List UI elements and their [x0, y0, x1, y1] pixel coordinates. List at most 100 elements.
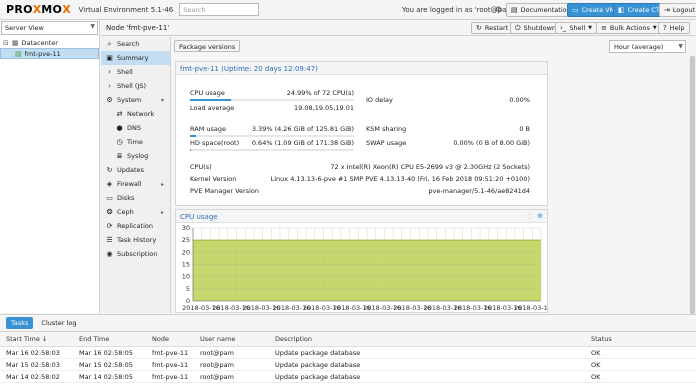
menu-item-syslog[interactable]: ≣ Syslog: [101, 149, 170, 163]
table-row[interactable]: Mar 14 02:58:02 Mar 14 02:58:05 fmt-pve-…: [0, 371, 696, 383]
tab-tasks[interactable]: Tasks: [6, 317, 34, 329]
documentation-button[interactable]: ▤ Documentation: [506, 3, 576, 17]
datacenter-icon: ▦: [11, 38, 19, 47]
cpu-usage-fill: [190, 99, 231, 101]
menu-item-time[interactable]: ◷ Time: [101, 135, 170, 149]
search-input[interactable]: Search: [179, 3, 260, 16]
tree-item-datacenter[interactable]: ⊟ ▦ Datacenter: [0, 37, 99, 48]
terminal-icon: ›: [108, 68, 111, 76]
ram-usage-bar: [190, 135, 354, 137]
chevron-down-icon: ▼: [90, 23, 95, 30]
cog-icon: ⚙: [106, 96, 113, 104]
restart-icon: ↻: [476, 24, 482, 32]
summary-content: Package versions Hour (average) ▼ fmt-pv…: [172, 37, 696, 314]
support-icon: ◉: [106, 250, 113, 258]
hdd-icon: ▭: [106, 194, 113, 202]
task-log-panel: Tasks Cluster log Start Time ↓ End Time …: [0, 314, 696, 385]
menu-item-ceph[interactable]: ❂ Ceph ▸: [101, 205, 170, 219]
package-versions-button[interactable]: Package versions: [174, 40, 241, 52]
y-tick-label: 30: [182, 224, 190, 232]
cpu-usage-bar: [190, 99, 354, 101]
y-tick-label: 5: [186, 285, 190, 293]
power-icon: ⏻: [515, 23, 521, 32]
column-header-node[interactable]: Node: [146, 335, 194, 343]
cpu-chart-title: CPU usage ◌ ⊕: [176, 210, 547, 223]
cube-icon: ◧: [618, 6, 625, 14]
globe-icon: ●: [116, 124, 123, 132]
undo-zoom-icon[interactable]: ◌: [527, 212, 533, 220]
menu-item-shell-js[interactable]: › Shell (JS): [101, 79, 170, 93]
help-icon: ?: [663, 24, 667, 32]
terminal-icon: ›_: [560, 24, 567, 32]
logout-icon: ⇥: [664, 6, 670, 14]
column-header-end-time[interactable]: End Time: [73, 335, 146, 343]
version-label: Virtual Environment 5.1-46: [78, 5, 174, 14]
tree-item-node[interactable]: ▤ fmt-pve-11: [0, 48, 99, 59]
book-icon: ▤: [511, 6, 518, 14]
column-header-description[interactable]: Description: [269, 335, 585, 343]
shell-button[interactable]: ›_ Shell ▼: [555, 22, 598, 34]
table-row[interactable]: Mar 16 02:58:03 Mar 16 02:58:05 fmt-pve-…: [0, 347, 696, 359]
clock-icon: ◷: [116, 138, 123, 146]
menu-item-disks[interactable]: ▭ Disks: [101, 191, 170, 205]
ceph-icon: ❂: [106, 208, 113, 216]
proxmox-logo: PRO X MO X: [6, 3, 71, 16]
menu-item-system[interactable]: ⚙ System ▾: [101, 93, 170, 107]
menu-item-subscription[interactable]: ◉ Subscription: [101, 247, 170, 261]
menu-item-task-history[interactable]: ☰ Task History: [101, 233, 170, 247]
status-panel: fmt-pve-11 (Uptime: 20 days 12:09:47) CP…: [175, 61, 548, 206]
menu-item-network[interactable]: ⇄ Network: [101, 107, 170, 121]
menu-item-shell[interactable]: › Shell: [101, 65, 170, 79]
x-tick-label: 2018-03-16: [514, 304, 547, 312]
column-header-start-time[interactable]: Start Time ↓: [0, 335, 73, 343]
summary-icon: ▣: [106, 54, 113, 62]
menu-item-firewall[interactable]: ◈ Firewall ▸: [101, 177, 170, 191]
bulk-actions-button[interactable]: ≡ Bulk Actions ▼: [596, 22, 662, 34]
column-header-status[interactable]: Status: [585, 335, 685, 343]
menu-item-updates[interactable]: ↻ Updates: [101, 163, 170, 177]
node-title: Node 'fmt-pve-11': [106, 24, 170, 32]
menu-item-search[interactable]: ⌕ Search: [101, 37, 170, 51]
chevron-down-icon: ▾: [160, 96, 164, 104]
shield-icon: ◈: [106, 180, 113, 188]
help-button[interactable]: ? Help: [658, 22, 690, 34]
status-panel-title: fmt-pve-11 (Uptime: 20 days 12:09:47): [176, 62, 547, 75]
timeframe-select[interactable]: Hour (average) ▼: [609, 40, 686, 53]
monitor-icon: ▭: [572, 6, 579, 14]
chevron-right-icon: ▸: [160, 180, 164, 188]
hd-space-fill: [190, 149, 192, 151]
table-row[interactable]: Mar 15 02:58:03 Mar 15 02:58:05 fmt-pve-…: [0, 359, 696, 371]
chart-settings-icon[interactable]: ⊕: [537, 212, 543, 220]
chevron-down-icon: ▼: [678, 43, 683, 50]
menu-item-summary[interactable]: ▣ Summary: [101, 51, 170, 65]
server-view-select[interactable]: Server View ▼: [1, 21, 98, 35]
tab-cluster-log[interactable]: Cluster log: [36, 317, 81, 329]
node-toolbar: Node 'fmt-pve-11' ↻ Restart ⏻ Shutdown ›_ S…: [101, 20, 696, 36]
resource-tree: Server View ▼ ⊟ ▦ Datacenter ▤ fmt-pve-1…: [0, 20, 100, 313]
y-tick-label: 10: [182, 273, 190, 281]
server-icon: ▤: [15, 49, 22, 58]
shutdown-button[interactable]: ⏻ Shutdown: [510, 22, 561, 34]
y-tick-label: 20: [182, 248, 190, 256]
logout-button[interactable]: ⇥ Logout: [659, 3, 696, 17]
refresh-icon: ↻: [106, 166, 113, 174]
replication-icon: ⟳: [106, 222, 113, 230]
scrollbar-thumb[interactable]: [690, 56, 695, 314]
cpu-usage-chart: 0510152025302018-03-162018-03-162018-03-…: [182, 224, 552, 312]
task-table-header: Start Time ↓ End Time Node User name Des…: [0, 332, 696, 347]
chevron-right-icon: ▸: [160, 208, 164, 216]
menu-item-dns[interactable]: ● DNS: [101, 121, 170, 135]
vertical-scrollbar[interactable]: [689, 56, 696, 314]
restart-button[interactable]: ↻ Restart: [471, 22, 514, 34]
cpu-usage-chart-panel: CPU usage ◌ ⊕ 0 5 10 15 20 25 30 2018-03-16 2018…: [175, 209, 552, 313]
menu-item-replication[interactable]: ⟳ Replication: [101, 219, 170, 233]
column-header-user[interactable]: User name: [194, 335, 269, 343]
hd-space-bar: [190, 149, 354, 151]
list-icon: ≣: [116, 152, 123, 160]
list-icon: ☰: [106, 236, 113, 244]
create-ct-button[interactable]: ◧ Create CT: [613, 3, 665, 17]
task-log-tabs: Tasks Cluster log: [0, 315, 696, 332]
node-menu: ⌕ Search ▣ Summary › Shell › Shell (JS) ⚙ Sys…: [101, 37, 171, 313]
gear-icon[interactable]: ⚙: [495, 5, 502, 14]
collapse-icon: ⊟: [3, 38, 9, 47]
